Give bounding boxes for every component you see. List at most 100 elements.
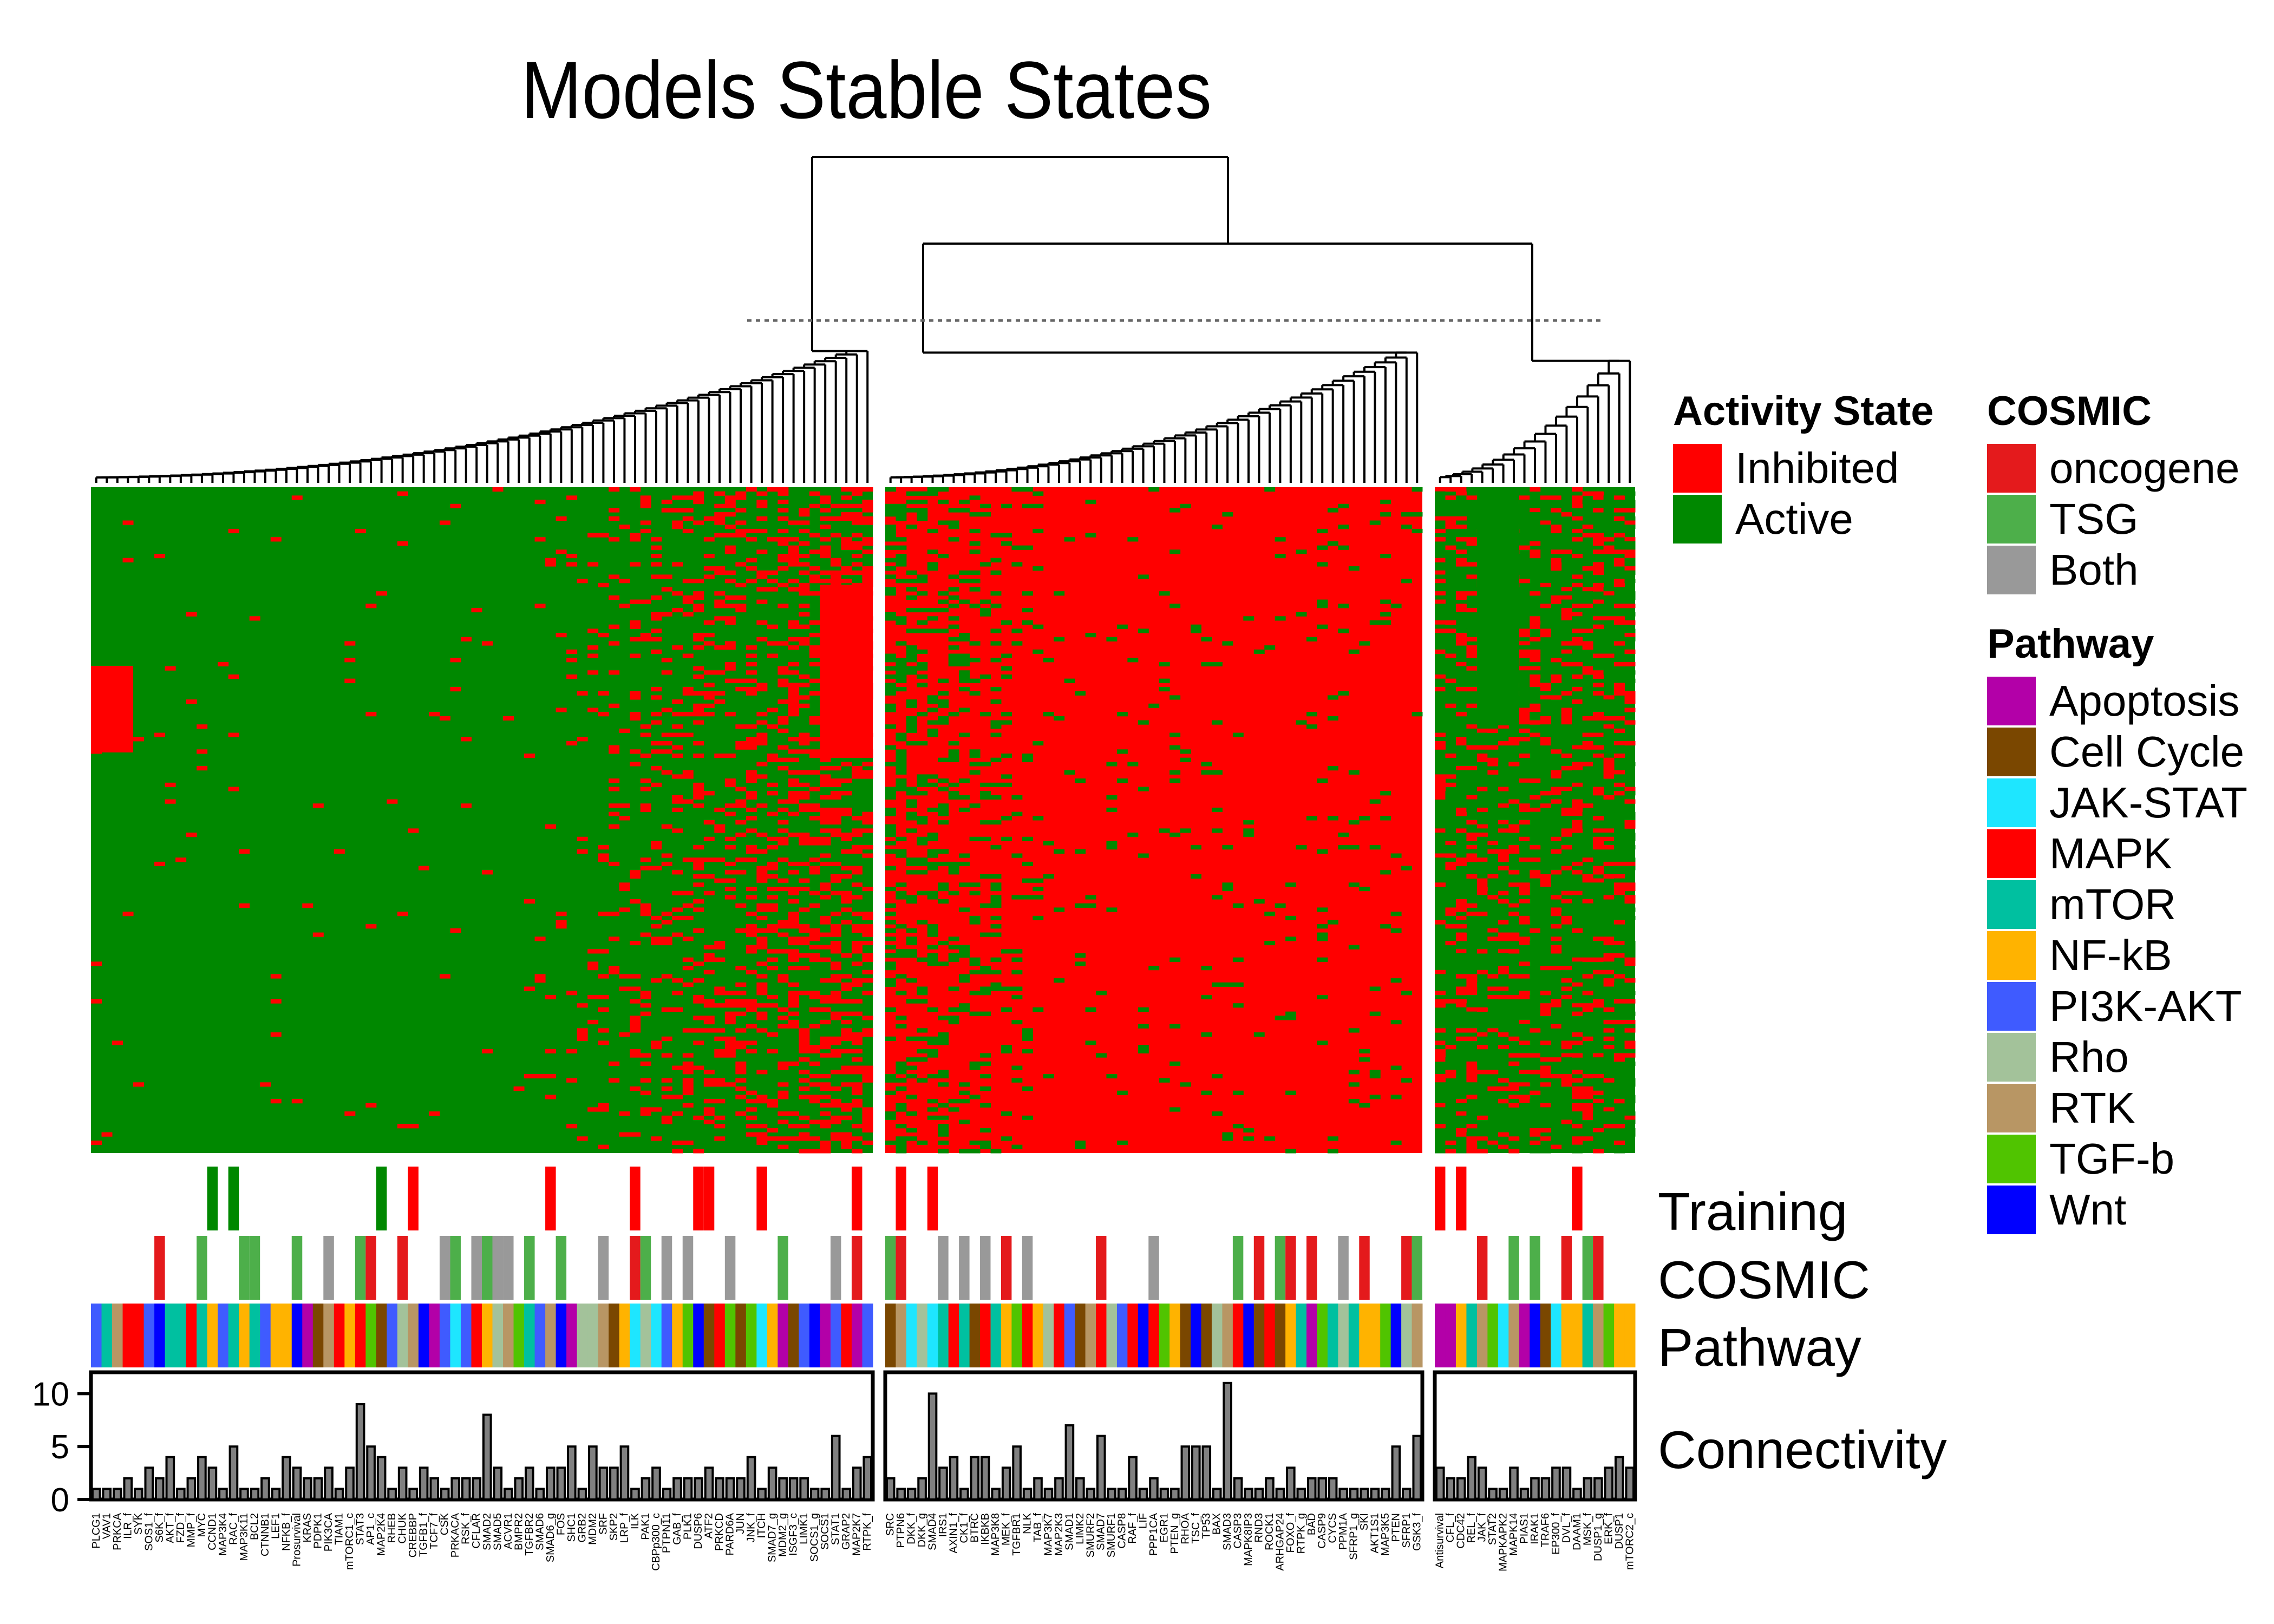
heatmap-cell xyxy=(1001,620,1012,625)
pathway-cell xyxy=(885,1304,896,1367)
heatmap-cell xyxy=(1624,949,1636,954)
heatmap-cell xyxy=(830,1016,841,1020)
heatmap-cell xyxy=(809,720,820,725)
heatmap-cell xyxy=(809,579,820,584)
heatmap-cell xyxy=(714,1003,726,1008)
heatmap-cell xyxy=(450,928,461,933)
heatmap-cell xyxy=(862,915,873,920)
heatmap-cell xyxy=(693,674,704,679)
heatmap-cell xyxy=(990,795,1002,800)
heatmap-cell xyxy=(1455,1078,1467,1083)
heatmap-cell xyxy=(735,508,747,513)
heatmap-cell xyxy=(1445,541,1456,546)
heatmap-cell xyxy=(885,683,896,687)
heatmap-cell xyxy=(566,741,578,746)
heatmap-cell xyxy=(1614,716,1625,721)
heatmap-cell xyxy=(197,766,208,771)
heatmap-cell xyxy=(714,1124,726,1129)
heatmap-cell xyxy=(906,491,917,496)
heatmap-cell xyxy=(577,1003,588,1008)
heatmap-cell xyxy=(682,595,694,600)
connectivity-bar xyxy=(345,1466,355,1501)
heatmap-cell xyxy=(885,928,896,933)
heatmap-cell xyxy=(1530,928,1541,933)
heatmap-cell xyxy=(1582,699,1593,704)
heatmap-cell xyxy=(1540,953,1551,958)
heatmap-cell xyxy=(1540,641,1551,646)
heatmap-cell xyxy=(1455,828,1467,833)
heatmap-cell xyxy=(1466,745,1478,750)
heatmap-cell xyxy=(1614,895,1625,900)
heatmap-cell xyxy=(799,1028,810,1033)
heatmap-cell xyxy=(841,833,852,837)
heatmap-cell xyxy=(1435,737,1446,742)
heatmap-cell xyxy=(1603,982,1615,987)
heatmap-cell xyxy=(1572,1032,1583,1037)
heatmap-cell xyxy=(1466,695,1478,700)
heatmap-cell xyxy=(439,520,450,525)
heatmap-cell xyxy=(1232,1124,1244,1129)
heatmap-cell xyxy=(1466,845,1478,850)
heatmap-cell xyxy=(1582,849,1593,854)
heatmap-cell xyxy=(566,495,578,500)
heatmap-cell xyxy=(1054,716,1065,721)
heatmap-cell xyxy=(1614,1065,1625,1070)
connectivity-bar xyxy=(1212,1488,1222,1501)
heatmap-cell xyxy=(1487,811,1499,816)
heatmap-cell xyxy=(1127,658,1139,663)
heatmap-cell xyxy=(724,549,736,554)
connectivity-bar xyxy=(1328,1477,1338,1501)
heatmap-cell xyxy=(820,1082,831,1087)
heatmap-cell xyxy=(1614,961,1625,966)
heatmap-cell xyxy=(1466,915,1478,920)
heatmap-cell xyxy=(1582,811,1593,816)
heatmap-cell xyxy=(830,833,841,837)
heatmap-cell xyxy=(1593,691,1604,696)
heatmap-cell xyxy=(1582,870,1593,875)
heatmap-cell xyxy=(609,803,620,808)
pathway-cell xyxy=(1508,1304,1520,1367)
heatmap-cell xyxy=(1435,1107,1446,1112)
heatmap-cell xyxy=(820,807,831,813)
heatmap-cell xyxy=(1551,766,1562,771)
pathway-cell xyxy=(809,1304,820,1367)
heatmap-cell xyxy=(724,533,736,538)
heatmap-cell xyxy=(1476,928,1488,933)
heatmap-cell xyxy=(735,491,747,496)
legend-label: RTK xyxy=(2049,1084,2135,1132)
heatmap-cell xyxy=(1561,1011,1572,1016)
heatmap-cell xyxy=(1466,1111,1478,1116)
heatmap-cell xyxy=(1614,620,1625,625)
heatmap-cell xyxy=(841,899,852,904)
heatmap-cell xyxy=(1603,874,1615,879)
heatmap-cell xyxy=(1466,1024,1478,1029)
heatmap-cell xyxy=(661,1086,672,1091)
heatmap-cell xyxy=(1582,732,1593,737)
heatmap-cell xyxy=(630,1024,641,1029)
heatmap-cell xyxy=(851,570,862,575)
heatmap-cell xyxy=(948,604,959,608)
heatmap-cell xyxy=(397,491,408,496)
heatmap-cell xyxy=(1519,820,1530,825)
heatmap-cell xyxy=(862,487,873,492)
heatmap-cell xyxy=(788,699,799,704)
pathway-cell xyxy=(112,1304,123,1367)
heatmap-cell xyxy=(896,658,907,663)
heatmap-cell xyxy=(1624,799,1636,804)
heatmap-cell xyxy=(1582,912,1593,916)
heatmap-cell xyxy=(906,899,917,904)
heatmap-cell xyxy=(1551,495,1562,500)
heatmap-cell xyxy=(1519,666,1530,671)
heatmap-cell xyxy=(1180,503,1191,508)
heatmap-cell xyxy=(948,624,959,629)
heatmap-cell xyxy=(724,666,736,671)
heatmap-cell xyxy=(1412,712,1423,717)
heatmap-cell xyxy=(630,620,641,625)
heatmap-cell xyxy=(1296,845,1307,850)
heatmap-cell xyxy=(598,1103,609,1108)
heatmap-cell xyxy=(1369,620,1381,625)
heatmap-cell xyxy=(1593,500,1604,505)
connectivity-bar xyxy=(1625,1466,1635,1501)
heatmap-cell xyxy=(682,508,694,513)
heatmap-cell xyxy=(1498,807,1509,813)
